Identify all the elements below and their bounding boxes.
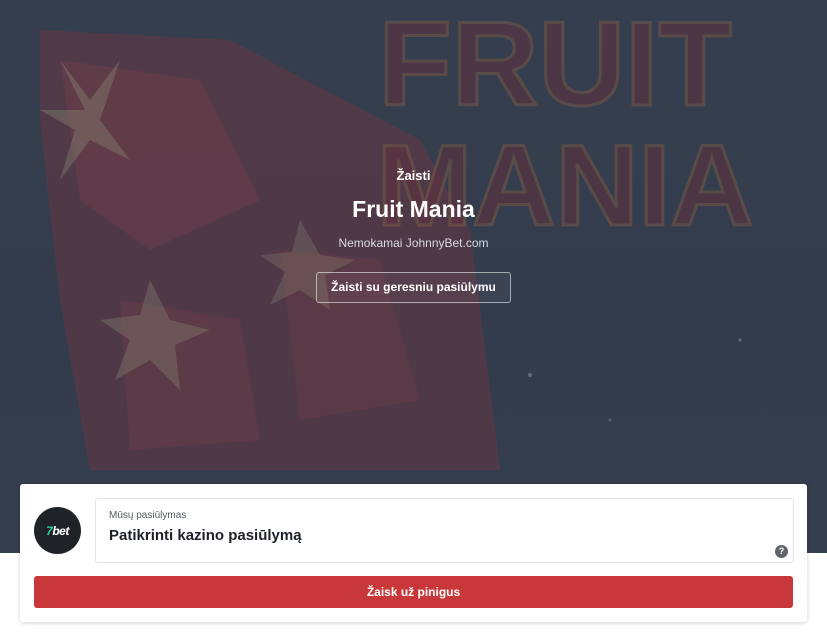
hero-content: Žaisti Fruit Mania Nemokamai JohnnyBet.c… bbox=[0, 168, 827, 303]
question-circle-icon[interactable]: ? bbox=[775, 545, 788, 558]
game-title: Fruit Mania bbox=[352, 196, 475, 222]
offer-label: Mūsų pasiūlymas bbox=[109, 510, 187, 521]
casino-logo[interactable]: 7bet bbox=[34, 507, 81, 554]
play-for-money-button[interactable]: Žaisk už pinigus bbox=[34, 576, 793, 608]
offer-card: 7bet Mūsų pasiūlymas Patikrinti kazino p… bbox=[20, 484, 807, 622]
casino-logo-text: 7bet bbox=[46, 523, 69, 538]
hero-eyebrow: Žaisti bbox=[396, 168, 431, 183]
hero-subtitle: Nemokamai JohnnyBet.com bbox=[338, 236, 489, 250]
offer-box[interactable]: Mūsų pasiūlymas Patikrinti kazino pasiūl… bbox=[95, 498, 794, 563]
offer-value: Patikrinti kazino pasiūlymą bbox=[109, 527, 302, 544]
game-hero: FRUIT MANIA Žaisti Fruit Mania Nemokamai… bbox=[0, 0, 827, 553]
play-better-offer-button[interactable]: Žaisti su geresniu pasiūlymu bbox=[316, 272, 511, 303]
